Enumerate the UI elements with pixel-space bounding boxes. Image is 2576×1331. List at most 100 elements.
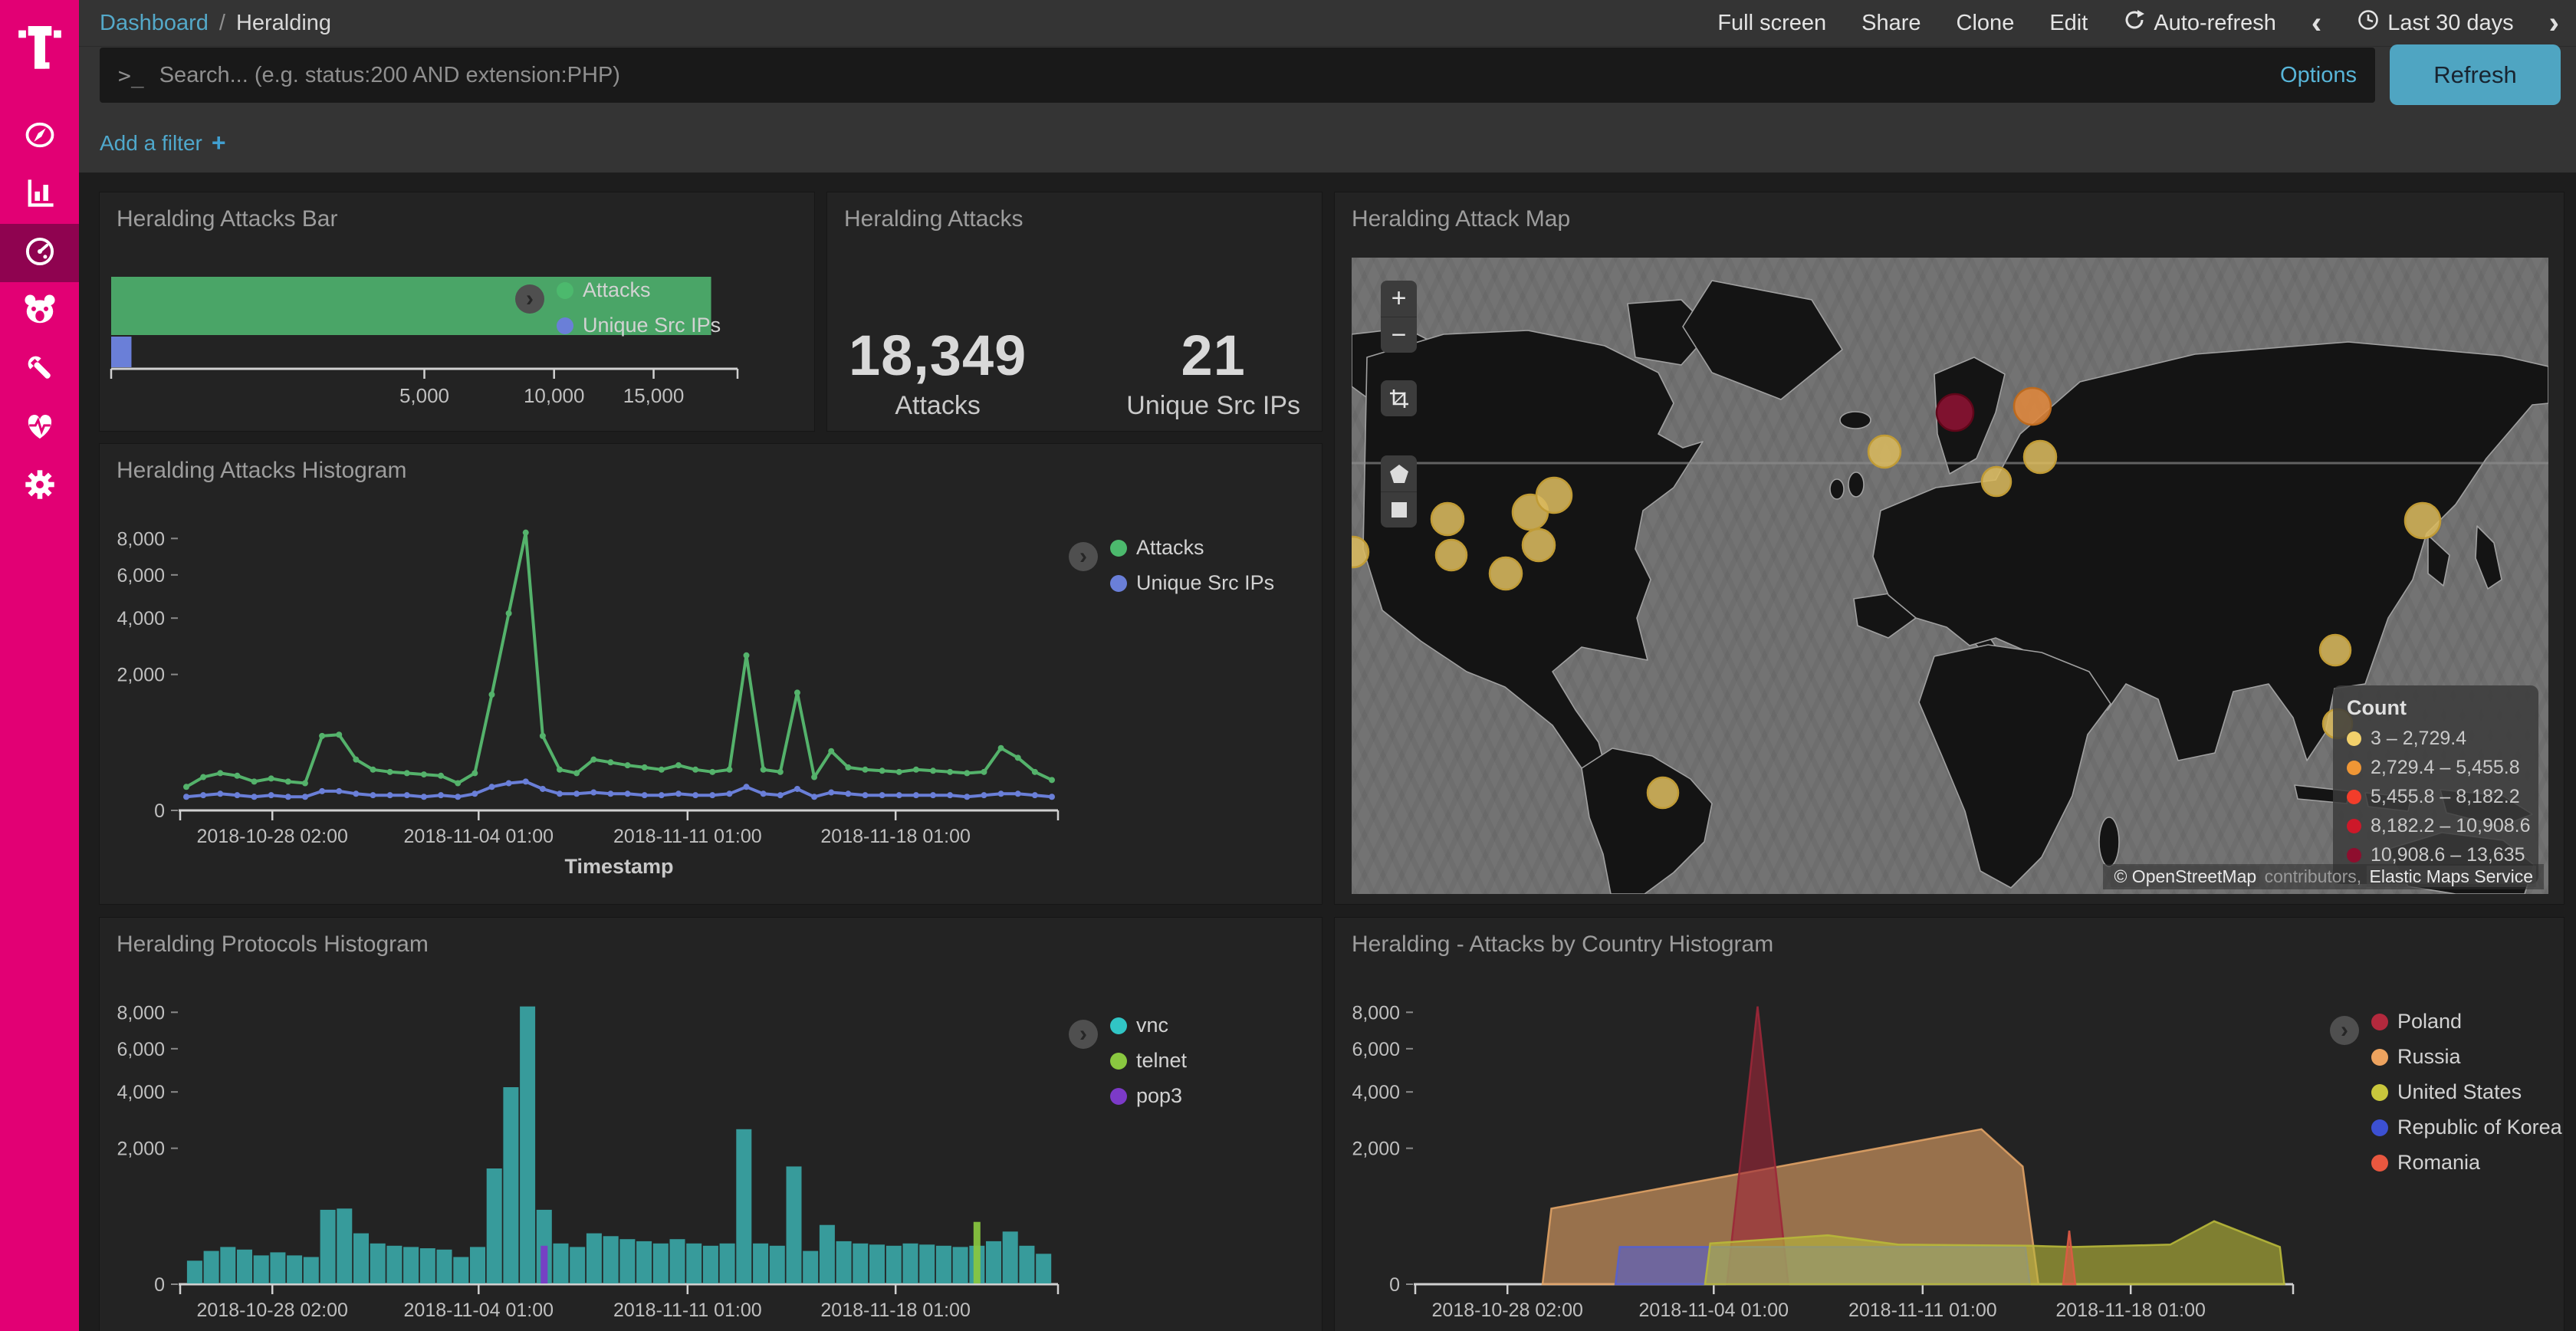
legend-collapse-icon[interactable]: ›: [1069, 542, 1098, 571]
map-attribution: © OpenStreetMap contributors, Elastic Ma…: [2103, 864, 2544, 889]
wrench-icon: [23, 351, 57, 389]
svg-text:4,000: 4,000: [117, 608, 165, 629]
bar-chart-icon: [23, 176, 57, 214]
auto-refresh-button[interactable]: Auto-refresh: [2123, 8, 2276, 38]
search-input[interactable]: [158, 62, 2265, 89]
svg-text:0: 0: [154, 1274, 165, 1296]
metric-label: Attacks: [849, 391, 1027, 421]
legend-dot: [2371, 1084, 2388, 1101]
svg-text:8,000: 8,000: [117, 528, 165, 550]
panel-title: Heralding - Attacks by Country Histogram: [1335, 918, 2564, 971]
svg-text:6,000: 6,000: [117, 1039, 165, 1060]
svg-text:Timestamp: Timestamp: [564, 855, 673, 878]
svg-text:5,000: 5,000: [399, 384, 449, 407]
legend-item: 8,182.2 – 10,908.6: [2347, 815, 2525, 837]
svg-text:2018-11-18 01:00: 2018-11-18 01:00: [820, 826, 971, 847]
full-screen-button[interactable]: Full screen: [1717, 11, 1826, 36]
svg-text:0: 0: [1389, 1274, 1400, 1296]
legend-collapse-icon[interactable]: ›: [1069, 1020, 1098, 1049]
compass-icon: [23, 118, 57, 156]
time-forward-chevron[interactable]: ›: [2549, 8, 2559, 38]
svg-text:2018-11-11 01:00: 2018-11-11 01:00: [613, 1300, 762, 1321]
metric-value: 18,349: [849, 323, 1027, 388]
legend-item[interactable]: Unique Src IPs: [557, 314, 721, 337]
time-range-picker[interactable]: Last 30 days: [2357, 8, 2513, 38]
sidebar-item-devtools[interactable]: [0, 340, 79, 399]
edit-button[interactable]: Edit: [2049, 11, 2088, 36]
sidebar-item-monitoring[interactable]: [0, 399, 79, 457]
clock-icon: [2357, 8, 2380, 38]
legend-item[interactable]: United States: [2371, 1080, 2562, 1104]
legend-dot: [2347, 819, 2361, 833]
protocols-histogram-chart[interactable]: 02,0004,0006,0008,0002018-10-28 02:00201…: [115, 985, 1096, 1331]
panel-title: Heralding Attacks Histogram: [100, 444, 1322, 498]
legend-dot: [2347, 790, 2361, 804]
legend-dot: [2371, 1155, 2388, 1172]
sidebar-item-bear[interactable]: [0, 282, 79, 340]
svg-text:2018-10-28 02:00: 2018-10-28 02:00: [197, 826, 348, 847]
legend-dot: [2347, 761, 2361, 775]
svg-text:2,000: 2,000: [117, 1139, 165, 1160]
crop-icon[interactable]: [1381, 380, 1417, 416]
options-link[interactable]: Options: [2280, 63, 2357, 88]
metric-value: 21: [1126, 323, 1300, 388]
svg-text:2018-11-11 01:00: 2018-11-11 01:00: [1848, 1300, 1997, 1321]
country-histogram-chart[interactable]: 02,0004,0006,0008,0002018-10-28 02:00201…: [1350, 985, 2331, 1331]
time-back-chevron[interactable]: ‹: [2312, 8, 2321, 38]
svg-text:2018-10-28 02:00: 2018-10-28 02:00: [1432, 1300, 1583, 1321]
svg-text:8,000: 8,000: [1352, 1002, 1400, 1024]
panel-title: Heralding Attacks Bar: [100, 192, 814, 246]
zoom-out-button[interactable]: −: [1381, 317, 1417, 353]
sidebar: [0, 0, 79, 1331]
svg-text:10,000: 10,000: [524, 384, 585, 407]
add-filter-control[interactable]: Add a filter +: [100, 129, 226, 157]
sidebar-item-visualize[interactable]: [0, 166, 79, 224]
legend-item[interactable]: telnet: [1110, 1049, 1187, 1073]
legend-collapse-icon[interactable]: ›: [2330, 1016, 2359, 1045]
legend-item[interactable]: vnc: [1110, 1014, 1187, 1037]
map-canvas[interactable]: + − Count: [1352, 258, 2548, 894]
map-count-legend: Count 3 – 2,729.4 2,729.4 – 5,455.8 5,45…: [2333, 685, 2538, 884]
legend-dot: [2347, 731, 2361, 746]
legend-item[interactable]: Romania: [2371, 1151, 2562, 1175]
osm-link[interactable]: © OpenStreetMap: [2111, 866, 2259, 887]
legend-dot: [2371, 1049, 2388, 1066]
legend-item[interactable]: Attacks: [1110, 536, 1274, 560]
legend-item[interactable]: pop3: [1110, 1084, 1187, 1108]
t-mobile-logo[interactable]: [0, 14, 79, 87]
legend-item[interactable]: Attacks: [557, 278, 721, 302]
sidebar-item-management[interactable]: [0, 457, 79, 515]
legend-item: 3 – 2,729.4: [2347, 728, 2525, 750]
svg-text:4,000: 4,000: [1352, 1082, 1400, 1103]
refresh-button[interactable]: Refresh: [2390, 44, 2561, 105]
map-draw-controls: [1381, 455, 1417, 527]
clone-button[interactable]: Clone: [1957, 11, 2015, 36]
breadcrumb-dashboard-link[interactable]: Dashboard: [100, 11, 209, 36]
rectangle-tool-icon[interactable]: [1381, 491, 1417, 527]
sidebar-nav: [0, 107, 79, 515]
legend-item[interactable]: Unique Src IPs: [1110, 571, 1274, 595]
ems-link[interactable]: Elastic Maps Service: [2367, 866, 2536, 887]
search-bar: >_ Options: [100, 48, 2375, 103]
gear-icon: [23, 468, 57, 505]
legend-item[interactable]: Poland: [2371, 1010, 2562, 1034]
sidebar-item-discover[interactable]: [0, 107, 79, 166]
panel-attacks-metric: Heralding Attacks 18,349 Attacks 21 Uniq…: [826, 192, 1322, 432]
legend-item[interactable]: Republic of Korea: [2371, 1116, 2562, 1139]
zoom-in-button[interactable]: +: [1381, 281, 1417, 317]
svg-text:8,000: 8,000: [117, 1002, 165, 1024]
legend-item: 10,908.6 – 13,635: [2347, 844, 2525, 866]
kibana-dashboard-page: Dashboard / Heralding Full screen Share …: [0, 0, 2576, 1331]
legend-item[interactable]: Russia: [2371, 1045, 2562, 1069]
panel-title: Heralding Protocols Histogram: [100, 918, 1322, 971]
sidebar-item-dashboard[interactable]: [0, 224, 79, 282]
legend-collapse-icon[interactable]: ›: [515, 284, 544, 314]
share-button[interactable]: Share: [1861, 11, 1921, 36]
svg-text:4,000: 4,000: [117, 1082, 165, 1103]
legend: › vnc telnet pop3: [1110, 1014, 1187, 1119]
attacks-histogram-chart[interactable]: 02,0004,0006,0008,0002018-10-28 02:00201…: [115, 511, 1096, 899]
legend: › Poland Russia United States Republic o…: [2371, 1010, 2562, 1186]
svg-text:2018-11-04 01:00: 2018-11-04 01:00: [404, 1300, 554, 1321]
svg-text:2018-11-04 01:00: 2018-11-04 01:00: [1639, 1300, 1789, 1321]
polygon-tool-icon[interactable]: [1381, 455, 1417, 491]
